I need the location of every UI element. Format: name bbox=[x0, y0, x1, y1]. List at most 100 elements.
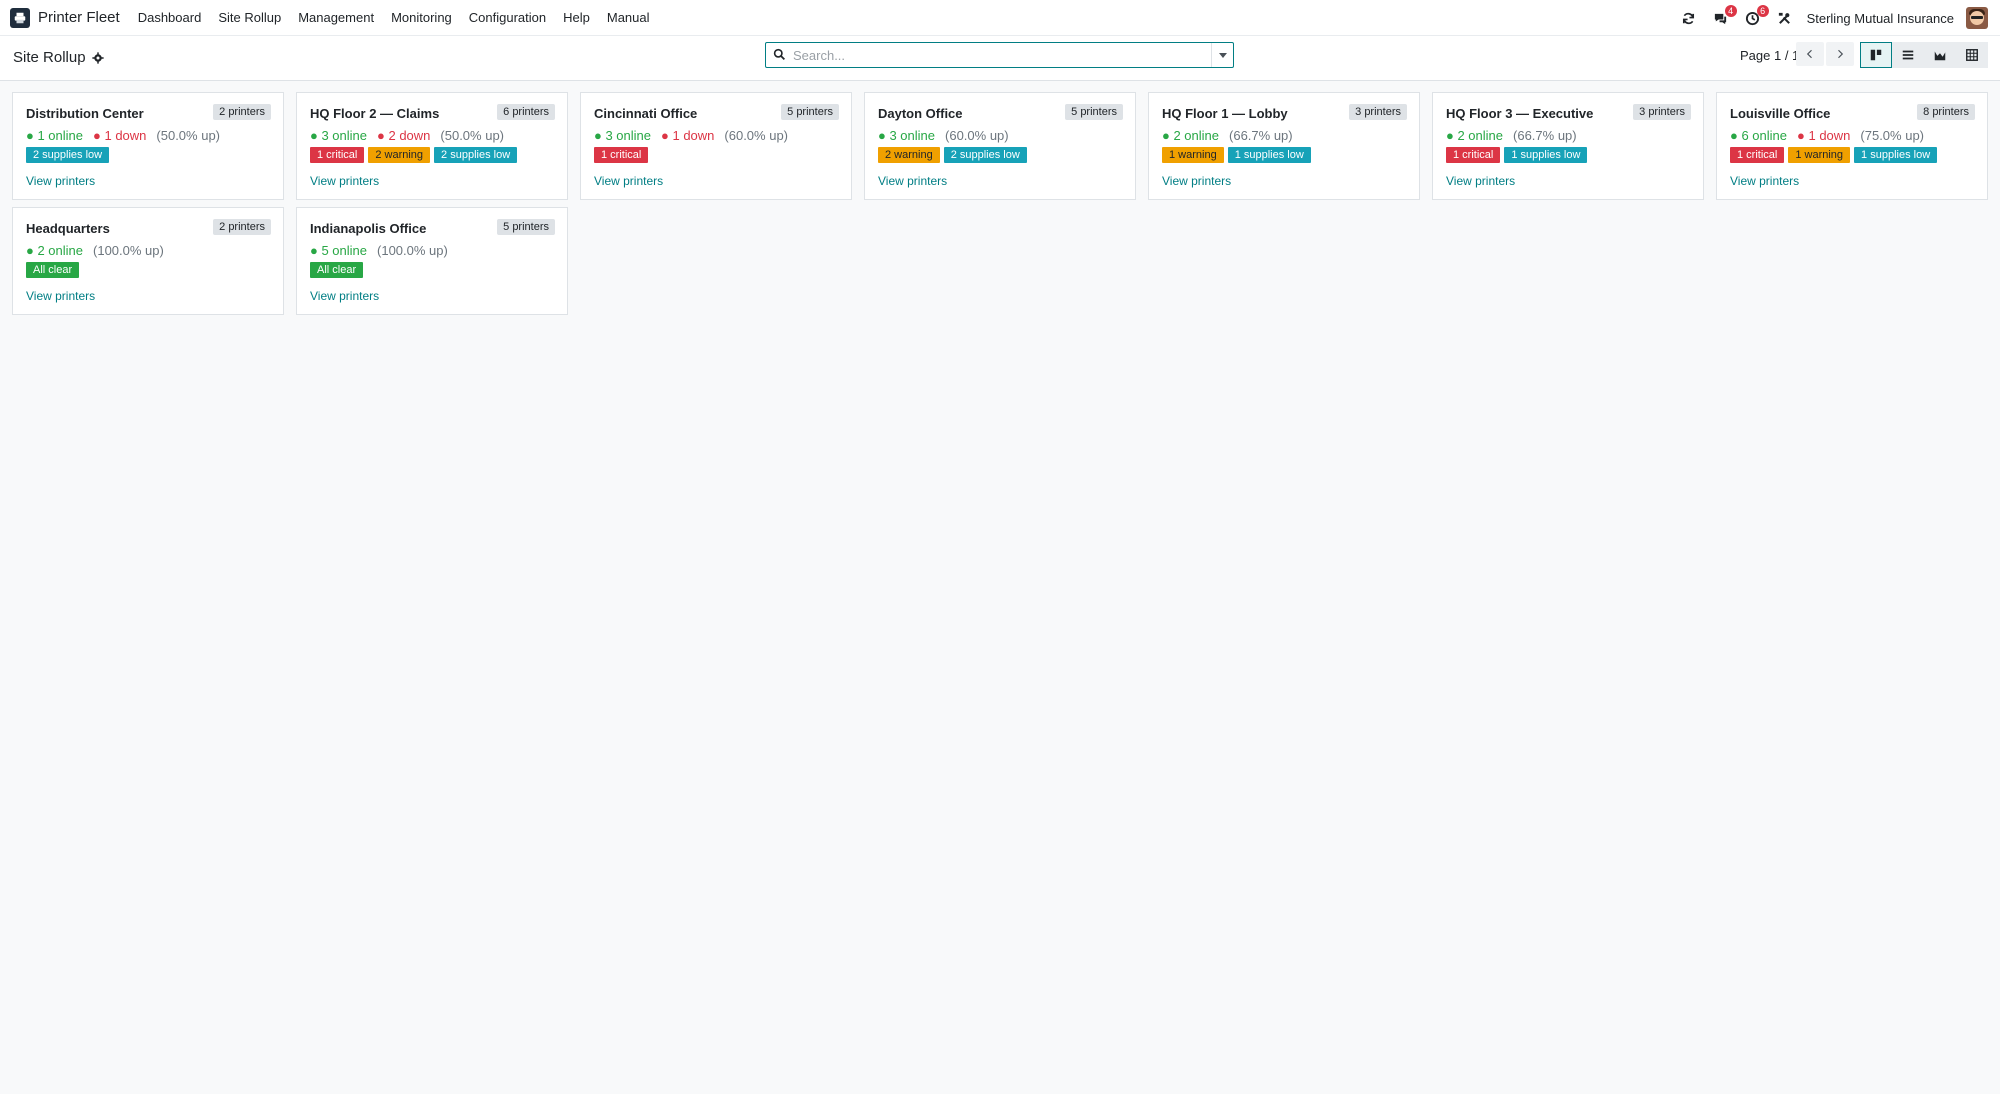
uptime-percent: (50.0% up) bbox=[440, 128, 504, 143]
view-printers-link[interactable]: View printers bbox=[310, 289, 379, 303]
tools-icon[interactable] bbox=[1775, 8, 1795, 28]
uptime-percent: (66.7% up) bbox=[1229, 128, 1293, 143]
printer-count-badge: 8 printers bbox=[1917, 104, 1975, 120]
site-status-line: ● 2 online (66.7% up) bbox=[1162, 128, 1293, 143]
site-card[interactable]: Indianapolis Office 5 printers ● 5 online (… bbox=[296, 207, 568, 315]
critical-tag: 1 critical bbox=[1730, 147, 1785, 163]
site-card[interactable]: Dayton Office 5 printers ● 3 online (60.0% … bbox=[864, 92, 1136, 200]
critical-tag: 1 critical bbox=[594, 147, 649, 163]
search-input[interactable] bbox=[793, 44, 1211, 66]
critical-tag: 1 critical bbox=[1446, 147, 1501, 163]
site-card[interactable]: HQ Floor 1 — Lobby 3 printers ● 2 online (6… bbox=[1148, 92, 1420, 200]
online-count: ● 2 online bbox=[26, 243, 84, 258]
view-printers-link[interactable]: View printers bbox=[26, 174, 95, 188]
warning-tag: 1 warning bbox=[1162, 147, 1224, 163]
uptime-percent: (100.0% up) bbox=[93, 243, 164, 258]
site-status-line: ● 1 online ● 1 down (50.0% up) bbox=[26, 128, 220, 143]
site-card[interactable]: Cincinnati Office 5 printers ● 3 online ● 1… bbox=[580, 92, 852, 200]
down-count: ● 1 down bbox=[1797, 128, 1851, 143]
pager-previous-button[interactable] bbox=[1796, 42, 1824, 66]
view-switcher bbox=[1860, 42, 1988, 68]
pager-value[interactable]: Page 1 / 1 bbox=[1740, 48, 1799, 63]
company-switcher[interactable]: Sterling Mutual Insurance bbox=[1807, 11, 1954, 26]
site-name: Louisville Office bbox=[1730, 106, 1831, 121]
uptime-percent: (60.0% up) bbox=[945, 128, 1009, 143]
alert-tags: 2 supplies low bbox=[26, 147, 113, 163]
control-panel: Site Rollup Page 1 / 1 bbox=[0, 36, 2000, 81]
activity-clock-icon[interactable]: 6 bbox=[1743, 5, 1769, 28]
view-printers-link[interactable]: View printers bbox=[1162, 174, 1231, 188]
view-printers-link[interactable]: View printers bbox=[878, 174, 947, 188]
alert-tags: 1 warning 1 supplies low bbox=[1162, 147, 1315, 163]
view-printers-link[interactable]: View printers bbox=[594, 174, 663, 188]
menu-item-configuration[interactable]: Configuration bbox=[469, 10, 546, 25]
navbar-systray: 4 6 Sterling Mutual Insurance bbox=[1679, 0, 2000, 36]
alert-tags: 1 critical 2 warning 2 supplies low bbox=[310, 147, 521, 163]
refresh-icon[interactable] bbox=[1679, 8, 1699, 28]
site-card[interactable]: Louisville Office 8 printers ● 6 online ● 1… bbox=[1716, 92, 1988, 200]
menu-item-dashboard[interactable]: Dashboard bbox=[138, 10, 202, 25]
site-card[interactable]: Distribution Center 2 printers ● 1 online ●… bbox=[12, 92, 284, 200]
site-status-line: ● 2 online (66.7% up) bbox=[1446, 128, 1577, 143]
site-name: Cincinnati Office bbox=[594, 106, 698, 121]
supplies-tag: 2 supplies low bbox=[434, 147, 518, 163]
online-count: ● 3 online bbox=[878, 128, 936, 143]
gear-icon[interactable] bbox=[91, 51, 104, 64]
online-count: ● 3 online bbox=[594, 128, 652, 143]
search-icon bbox=[773, 48, 787, 62]
list-icon bbox=[1902, 50, 1914, 60]
site-status-line: ● 3 online (60.0% up) bbox=[878, 128, 1009, 143]
down-count: ● 1 down bbox=[661, 128, 715, 143]
alert-tags: All clear bbox=[26, 262, 83, 278]
supplies-tag: 1 supplies low bbox=[1504, 147, 1588, 163]
view-printers-link[interactable]: View printers bbox=[26, 289, 95, 303]
activities-count-badge: 6 bbox=[1756, 5, 1769, 17]
menu-item-help[interactable]: Help bbox=[563, 10, 590, 25]
graph-view-button[interactable] bbox=[1924, 42, 1956, 68]
supplies-tag: 2 supplies low bbox=[26, 147, 110, 163]
area-chart-icon bbox=[1934, 51, 1946, 61]
search-options-toggle[interactable] bbox=[1211, 43, 1233, 67]
site-status-line: ● 2 online (100.0% up) bbox=[26, 243, 164, 258]
warning-tag: 1 warning bbox=[1788, 147, 1851, 163]
uptime-percent: (66.7% up) bbox=[1513, 128, 1577, 143]
chevron-left-icon bbox=[1806, 49, 1812, 59]
clear-tag: All clear bbox=[26, 262, 80, 278]
site-card[interactable]: HQ Floor 2 — Claims 6 printers ● 3 online ●… bbox=[296, 92, 568, 200]
printer-count-badge: 5 printers bbox=[1065, 104, 1123, 120]
view-printers-link[interactable]: View printers bbox=[1446, 174, 1515, 188]
site-name: Indianapolis Office bbox=[310, 221, 427, 236]
site-name: HQ Floor 1 — Lobby bbox=[1162, 106, 1288, 121]
printer-count-badge: 2 printers bbox=[213, 219, 271, 235]
online-count: ● 5 online bbox=[310, 243, 368, 258]
view-printers-link[interactable]: View printers bbox=[1730, 174, 1799, 188]
page-title: Site Rollup bbox=[13, 49, 104, 66]
printer-count-badge: 3 printers bbox=[1349, 104, 1407, 120]
menu-item-manual[interactable]: Manual bbox=[607, 10, 650, 25]
menu-item-monitoring[interactable]: Monitoring bbox=[391, 10, 452, 25]
site-name: Headquarters bbox=[26, 221, 110, 236]
pivot-view-button[interactable] bbox=[1956, 42, 1988, 68]
menu-item-management[interactable]: Management bbox=[298, 10, 374, 25]
site-status-line: ● 6 online ● 1 down (75.0% up) bbox=[1730, 128, 1924, 143]
site-card[interactable]: HQ Floor 3 — Executive 3 printers ● 2 onli… bbox=[1432, 92, 1704, 200]
list-view-button[interactable] bbox=[1892, 42, 1924, 68]
pager-next-button[interactable] bbox=[1826, 42, 1854, 66]
printer-app-icon[interactable] bbox=[10, 7, 30, 28]
online-count: ● 1 online bbox=[26, 128, 84, 143]
user-avatar[interactable] bbox=[1966, 7, 1988, 29]
table-icon bbox=[1966, 49, 1978, 61]
online-count: ● 3 online bbox=[310, 128, 368, 143]
supplies-tag: 2 supplies low bbox=[943, 147, 1027, 163]
online-count: ● 2 online bbox=[1162, 128, 1220, 143]
app-brand-name[interactable]: Printer Fleet bbox=[38, 9, 120, 26]
messages-icon[interactable]: 4 bbox=[1711, 5, 1737, 28]
kanban-view-button[interactable] bbox=[1860, 42, 1892, 68]
site-card[interactable]: Headquarters 2 printers ● 2 online (100.0% … bbox=[12, 207, 284, 315]
alert-tags: All clear bbox=[310, 262, 367, 278]
view-printers-link[interactable]: View printers bbox=[310, 174, 379, 188]
printer-count-badge: 5 printers bbox=[497, 219, 555, 235]
alert-tags: 1 critical bbox=[594, 147, 652, 163]
menu-item-site-rollup[interactable]: Site Rollup bbox=[218, 10, 281, 25]
critical-tag: 1 critical bbox=[310, 147, 365, 163]
